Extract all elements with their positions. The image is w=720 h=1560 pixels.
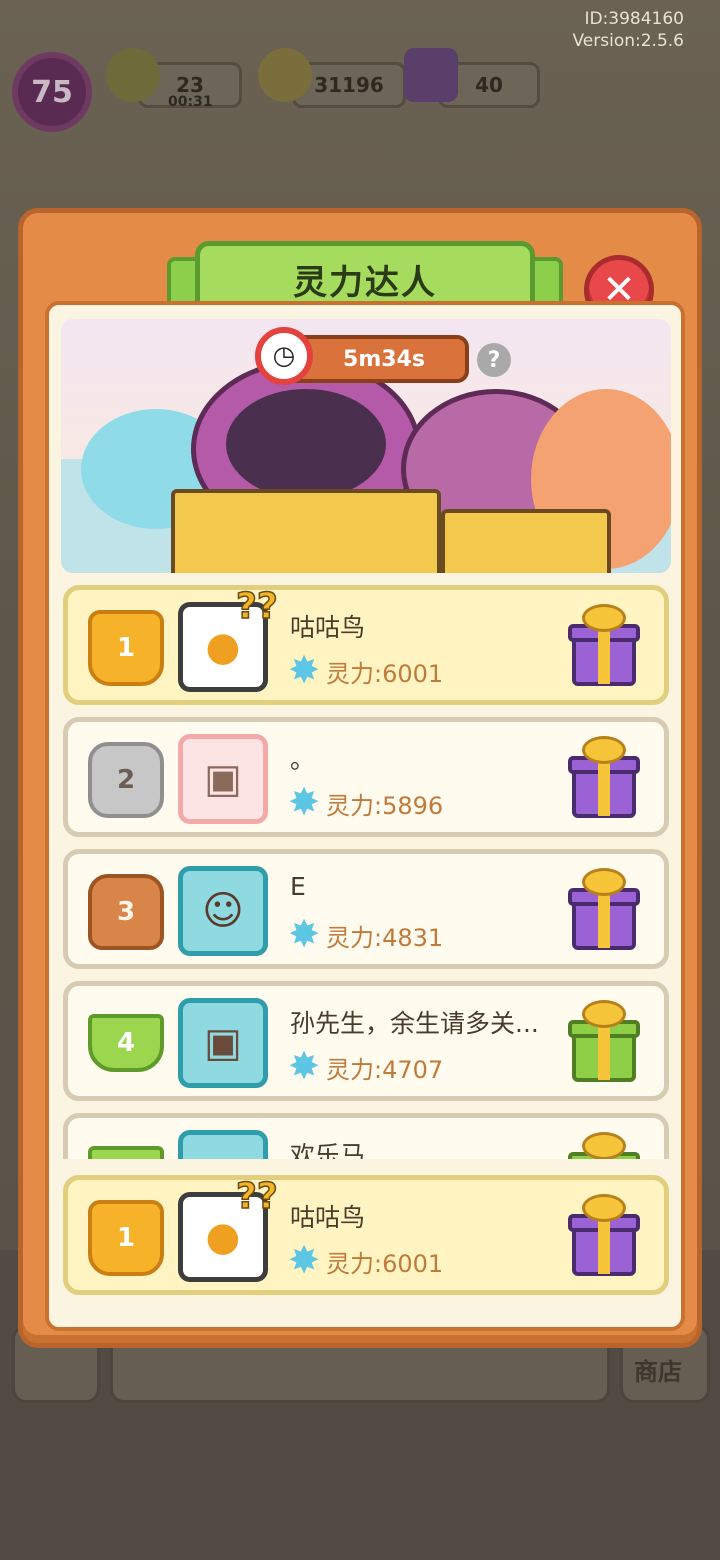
level-badge[interactable]: 75 [12,52,92,132]
build-info: ID:3984160 Version:2.5.6 [573,8,685,52]
bronze-badge: 3 [88,874,164,950]
gift-box-button[interactable] [568,1000,640,1084]
coins-value: 31196 [314,73,384,97]
gift-box-button[interactable] [568,1194,640,1278]
green-rank-badge: 4 [88,1014,164,1072]
ranking-row-5[interactable]: 欢乐马 [63,1113,669,1159]
duck-avatar-icon: ● [205,624,241,670]
coin-icon [258,48,312,102]
gift-box-button[interactable] [568,1132,640,1159]
robot-visor [226,389,386,499]
avatar[interactable] [178,1130,268,1159]
player-id-text: ID:3984160 [584,9,684,29]
ranking-row-2[interactable]: 2 ▣ 。 ✸ 灵力:5896 [63,717,669,837]
green-rank-badge [88,1146,164,1159]
version-text: Version:2.5.6 [572,31,685,51]
ranking-row-3[interactable]: 3 ☺ E ✸ 灵力:4831 [63,849,669,969]
star-icon: ✸ [288,648,320,692]
yellow-crate-2 [441,509,611,573]
player-name: 咕咕鸟 [290,613,366,642]
player-name: 咕咕鸟 [290,1203,366,1232]
gift-box-button[interactable] [568,604,640,688]
event-timer-text: 5m34s [343,346,425,372]
power-value: 灵力:6001 [326,660,444,688]
star-icon: ✸ [288,912,320,956]
star-icon: ✸ [288,1044,320,1088]
player-name: 。 [290,745,316,774]
power-value: 灵力:5896 [326,792,444,820]
star-icon: ✸ [288,1238,320,1282]
yellow-crate [171,489,441,573]
energy-timer: 00:31 [168,94,213,110]
power-value: 灵力:6001 [326,1250,444,1278]
avatar[interactable]: ▣ [178,998,268,1088]
avatar[interactable]: ☺ [178,866,268,956]
player-name: E [290,872,306,901]
gold-crown-badge: 1 [88,1200,164,1276]
my-rank-section: 1 ● ?? 咕咕鸟 ✸ 灵力:6001 [63,1175,669,1295]
gift-box-button[interactable] [568,868,640,952]
lightning-icon [106,48,160,102]
avatar[interactable]: ▣ [178,734,268,824]
event-banner: 5m34s ◷ ? [61,319,671,573]
question-marks-icon: ?? [235,585,278,628]
help-icon[interactable]: ? [477,343,511,377]
question-marks-icon: ?? [235,1175,278,1218]
ranking-row-1[interactable]: 1 ● ?? 咕咕鸟 ✸ 灵力:6001 [63,585,669,705]
power-value: 灵力:4831 [326,924,444,952]
photo-avatar-icon: ▣ [204,756,242,802]
girl-avatar-icon: ☺ [202,888,244,934]
panel-content: 5m34s ◷ ? 1 ● ?? 咕咕鸟 ✸ 灵力:6001 2 ▣ 。 ✸ 灵… [45,301,685,1331]
silver-badge: 2 [88,742,164,818]
gold-crown-badge: 1 [88,610,164,686]
star-icon: ✸ [288,780,320,824]
leaderboard-panel: 灵力达人 ✕ 5m34s ◷ ? 1 ● ?? 咕咕鸟 ✸ 灵力:6001 2 … [18,208,702,1348]
ranking-list[interactable]: 1 ● ?? 咕咕鸟 ✸ 灵力:6001 2 ▣ 。 ✸ 灵力:5896 3 ☺… [63,585,669,1159]
gift-box-button[interactable] [568,736,640,820]
top-hud: 75 23 00:31 31196 40 [10,48,570,132]
player-name: 欢乐马 [290,1141,366,1159]
gem-icon [404,48,458,102]
player-name: 孙先生，余生请多关... [290,1009,539,1038]
clock-icon: ◷ [255,327,313,385]
gems-value: 40 [475,73,503,97]
power-value: 灵力:4707 [326,1056,444,1084]
photo-avatar-icon: ▣ [204,1020,242,1066]
duck-avatar-icon: ● [205,1214,241,1260]
my-rank-row[interactable]: 1 ● ?? 咕咕鸟 ✸ 灵力:6001 [63,1175,669,1295]
shop-label: 商店 [634,1358,682,1386]
ranking-row-4[interactable]: 4 ▣ 孙先生，余生请多关... ✸ 灵力:4707 [63,981,669,1101]
